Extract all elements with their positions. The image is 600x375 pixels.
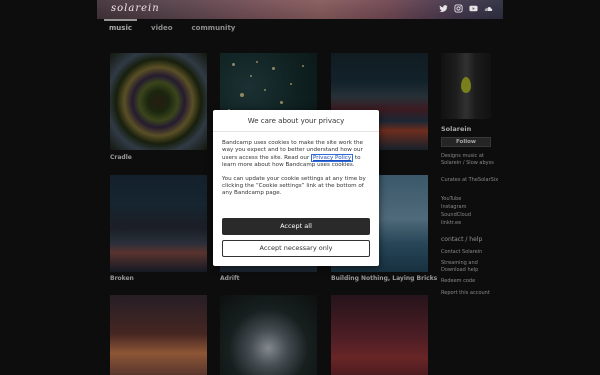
twitter-icon[interactable] [439, 4, 448, 13]
accept-all-button[interactable]: Accept all [222, 218, 370, 235]
cookie-paragraph-2: You can update your cookie settings at a… [222, 175, 366, 197]
artist-logo[interactable]: solarein [111, 3, 160, 14]
accept-necessary-button[interactable]: Accept necessary only [222, 240, 370, 257]
cookie-consent-dialog: We care about your privacy Bandcamp uses… [213, 110, 379, 266]
social-links [439, 4, 493, 13]
soundcloud-icon[interactable] [484, 4, 493, 13]
privacy-policy-link[interactable]: Privacy Policy [311, 153, 354, 162]
cookie-dialog-title: We care about your privacy [213, 110, 379, 132]
instagram-icon[interactable] [454, 4, 463, 13]
bandcamp-page: solarein music video community Cradle Br… [0, 0, 600, 375]
youtube-icon[interactable] [469, 4, 478, 13]
cookie-dialog-body: Bandcamp uses cookies to make the site w… [222, 140, 372, 204]
cookie-paragraph-1: Bandcamp uses cookies to make the site w… [222, 140, 372, 170]
